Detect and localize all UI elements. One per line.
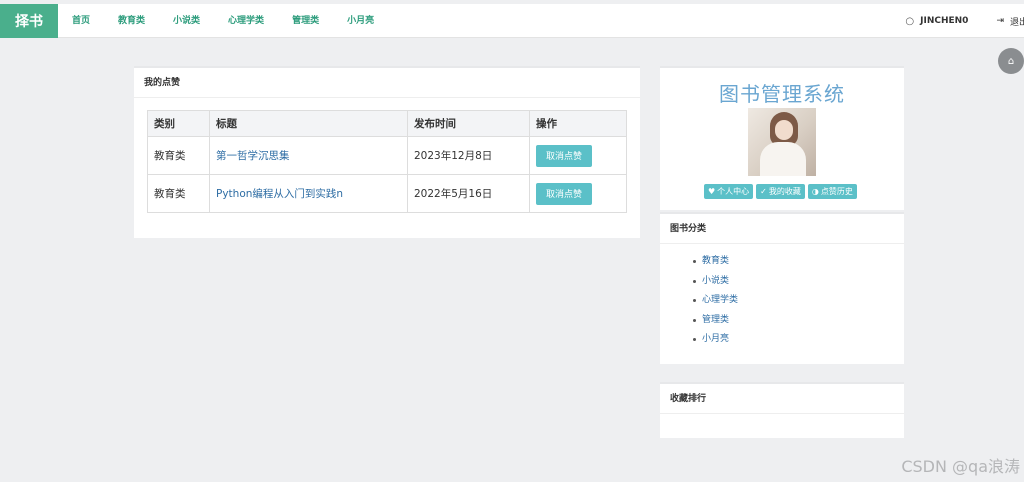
watermark: CSDN @qa浪涛 xyxy=(901,457,1020,476)
user-icon: ○ xyxy=(905,15,915,27)
logout-link[interactable]: ⇥ 退出 xyxy=(996,15,1024,28)
table-row: 教育类 Python编程从入门到实践n 2022年5月16日 取消点赞 xyxy=(147,174,627,213)
category-title: 图书分类 xyxy=(660,214,904,244)
nav-link-xiaoyueliang[interactable]: 小月亮 xyxy=(333,4,388,38)
category-panel: 图书分类 教育类 小说类 心理学类 管理类 小月亮 xyxy=(660,212,904,364)
list-item: 教育类 xyxy=(693,252,904,272)
nav-link-novel[interactable]: 小说类 xyxy=(159,4,214,38)
row-date: 2023年12月8日 xyxy=(407,136,530,175)
row-title-cell: Python编程从入门到实践n xyxy=(209,174,408,213)
home-float-button[interactable]: ⌂ xyxy=(998,48,1024,74)
my-favorites-label: 我的收藏 xyxy=(768,187,801,196)
nav-link-management[interactable]: 管理类 xyxy=(278,4,333,38)
nav-link-home[interactable]: 首页 xyxy=(58,4,104,38)
category-link-management[interactable]: 管理类 xyxy=(702,311,729,331)
category-list: 教育类 小说类 心理学类 管理类 小月亮 xyxy=(660,244,904,350)
row-category: 教育类 xyxy=(147,136,210,175)
column-header-title: 标题 xyxy=(209,110,408,137)
row-title-cell: 第一哲学沉思集 xyxy=(209,136,408,175)
row-action-cell: 取消点赞 xyxy=(529,174,627,213)
book-title-link[interactable]: 第一哲学沉思集 xyxy=(216,150,290,162)
favorites-rank-title: 收藏排行 xyxy=(660,384,904,414)
category-link-novel[interactable]: 小说类 xyxy=(702,272,729,292)
table-row: 教育类 第一哲学沉思集 2023年12月8日 取消点赞 xyxy=(147,136,627,175)
username: JINCHEN0 xyxy=(920,16,969,26)
book-title-link[interactable]: Python编程从入门到实践n xyxy=(216,188,343,200)
table-header-row: 类别 标题 发布时间 操作 xyxy=(147,110,627,137)
history-icon: ◑ xyxy=(811,187,819,196)
home-icon: ⌂ xyxy=(1007,55,1015,67)
logout-icon: ⇥ xyxy=(996,16,1004,26)
logout-label: 退出 xyxy=(1009,17,1024,28)
heart-icon: ♥ xyxy=(708,187,716,196)
system-panel: 图书管理系统 ♥ 个人中心 ✓ 我的收藏 ◑ 点赞历史 xyxy=(660,66,904,210)
category-link-psychology[interactable]: 心理学类 xyxy=(702,291,738,311)
user-avatar xyxy=(748,108,816,176)
top-navbar: 择书 首页 教育类 小说类 心理学类 管理类 小月亮 ○ JINCHEN0 ⇥ … xyxy=(0,4,1024,38)
brand-logo[interactable]: 择书 xyxy=(0,4,58,38)
thumbs-up-icon: ✓ xyxy=(760,187,767,196)
system-buttons: ♥ 个人中心 ✓ 我的收藏 ◑ 点赞历史 xyxy=(704,184,857,199)
row-category: 教育类 xyxy=(147,174,210,213)
my-favorites-button[interactable]: ✓ 我的收藏 xyxy=(756,184,805,199)
row-date: 2022年5月16日 xyxy=(407,174,530,213)
nav-links: 首页 教育类 小说类 心理学类 管理类 小月亮 xyxy=(58,4,388,38)
row-action-cell: 取消点赞 xyxy=(529,136,627,175)
column-header-category: 类别 xyxy=(147,110,210,137)
list-item: 小月亮 xyxy=(693,330,904,350)
nav-link-psychology[interactable]: 心理学类 xyxy=(214,4,278,38)
user-menu[interactable]: ○ JINCHEN0 xyxy=(905,16,968,27)
category-link-education[interactable]: 教育类 xyxy=(702,252,729,272)
like-history-button[interactable]: ◑ 点赞历史 xyxy=(807,184,857,199)
my-likes-title: 我的点赞 xyxy=(134,68,640,98)
column-header-action: 操作 xyxy=(529,110,627,137)
personal-center-button[interactable]: ♥ 个人中心 xyxy=(704,184,754,199)
list-item: 心理学类 xyxy=(693,291,904,311)
likes-table: 类别 标题 发布时间 操作 教育类 第一哲学沉思集 2023年12月8日 取消点… xyxy=(147,110,627,213)
category-link-xiaoyueliang[interactable]: 小月亮 xyxy=(702,330,729,350)
like-history-label: 点赞历史 xyxy=(820,187,853,196)
system-title: 图书管理系统 xyxy=(719,82,845,106)
personal-center-label: 个人中心 xyxy=(717,187,750,196)
cancel-like-button[interactable]: 取消点赞 xyxy=(536,144,592,167)
column-header-date: 发布时间 xyxy=(407,110,530,137)
nav-right: ○ JINCHEN0 ⇥ 退出 xyxy=(905,4,1024,38)
my-likes-panel: 我的点赞 类别 标题 发布时间 操作 教育类 第一哲学沉思集 2023年12月8… xyxy=(134,66,640,238)
list-item: 管理类 xyxy=(693,311,904,331)
favorites-rank-panel: 收藏排行 xyxy=(660,382,904,438)
cancel-like-button[interactable]: 取消点赞 xyxy=(536,182,592,205)
nav-link-education[interactable]: 教育类 xyxy=(104,4,159,38)
list-item: 小说类 xyxy=(693,272,904,292)
